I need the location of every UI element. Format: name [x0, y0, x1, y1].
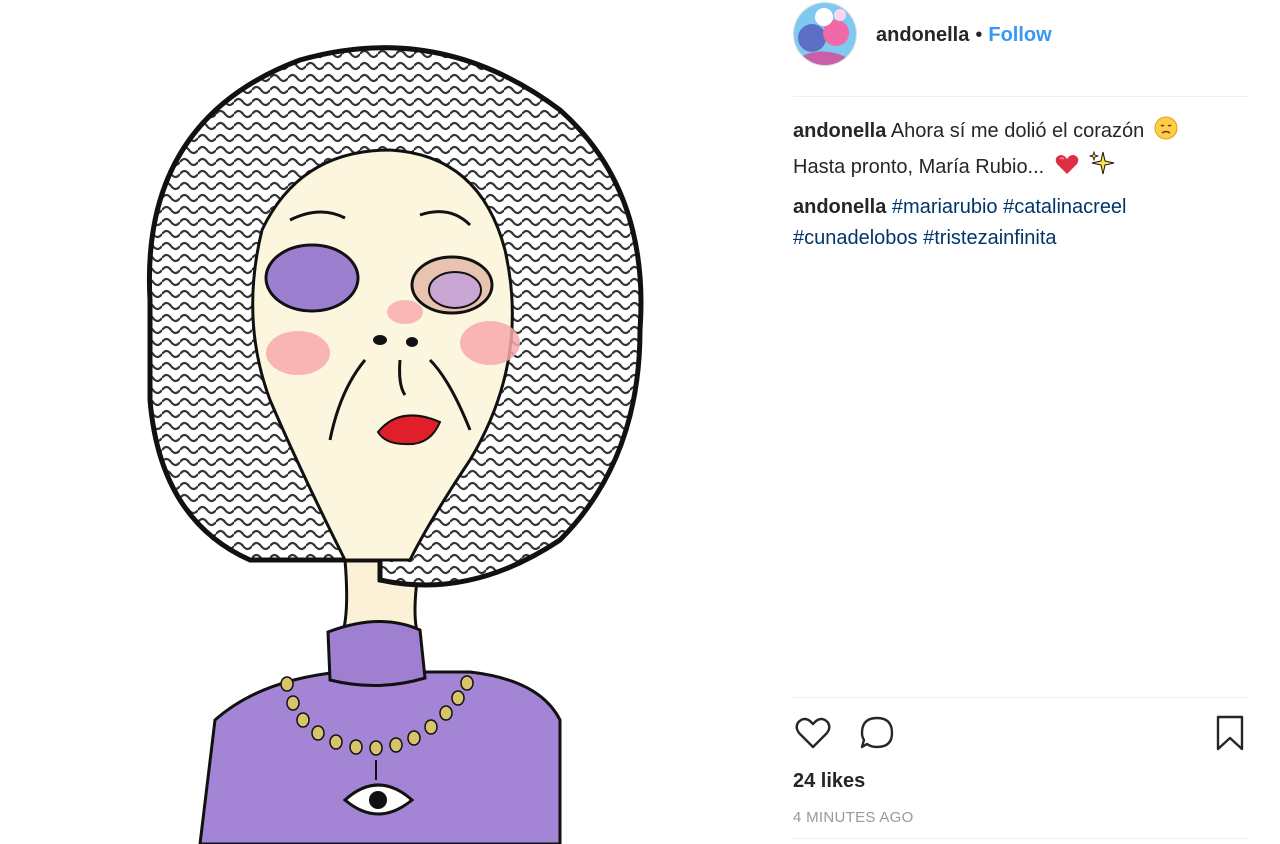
post-header: andonella • Follow: [793, 0, 1248, 97]
action-bar: [793, 713, 1248, 757]
separator: •: [975, 24, 983, 46]
comment-author[interactable]: andonella: [793, 120, 886, 142]
hashtag-link[interactable]: #tristezainfinita: [923, 227, 1056, 249]
hashtag-link[interactable]: #mariarubio: [892, 196, 998, 218]
follow-button[interactable]: Follow: [988, 24, 1051, 46]
comment-text-line2: Hasta pronto, María Rubio...: [793, 156, 1045, 178]
comment-author[interactable]: andonella: [793, 196, 886, 218]
avatar[interactable]: [794, 3, 856, 65]
post-panel: andonella • Follow andonella Ahora sí me d…: [793, 0, 1248, 844]
heart-icon[interactable]: [793, 713, 833, 758]
likes-count[interactable]: 24 likes: [793, 768, 865, 794]
comment-icon[interactable]: [857, 713, 897, 758]
avatar-illustration: [794, 3, 856, 65]
hashtags-comment: andonella #mariarubio #catalinacreel #cu…: [793, 192, 1248, 254]
disappointed-face-emoji: [1154, 116, 1178, 150]
heart-emoji: [1054, 154, 1080, 186]
username[interactable]: andonella: [876, 24, 969, 46]
sparkles-emoji: [1089, 150, 1115, 186]
comments-list: andonella Ahora sí me dolió el corazón H…: [793, 116, 1248, 260]
post-image[interactable]: [0, 0, 770, 844]
timestamp[interactable]: 4 MINUTES AGO: [793, 808, 914, 828]
caricature-illustration: [146, 45, 644, 844]
comment-text-line1: Ahora sí me dolió el corazón: [890, 120, 1145, 142]
hashtag-link[interactable]: #cunadelobos: [793, 227, 918, 249]
caption-comment: andonella Ahora sí me dolió el corazón H…: [793, 116, 1248, 186]
hashtag-link[interactable]: #catalinacreel: [1003, 196, 1126, 218]
bookmark-icon[interactable]: [1213, 713, 1247, 758]
divider: [793, 697, 1248, 698]
header-text: andonella • Follow: [876, 22, 1052, 48]
divider: [793, 838, 1248, 839]
